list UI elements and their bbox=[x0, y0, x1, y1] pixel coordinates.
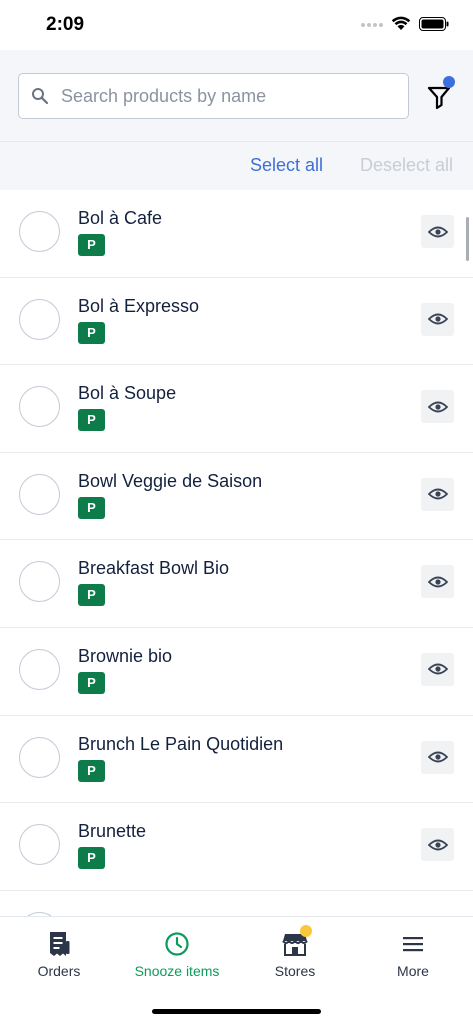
product-name: Brunette bbox=[78, 821, 147, 842]
eye-icon bbox=[427, 313, 448, 325]
eye-icon bbox=[427, 751, 448, 763]
tab-more[interactable]: More bbox=[354, 931, 472, 979]
product-badge: P bbox=[78, 496, 105, 519]
eye-icon bbox=[427, 839, 448, 851]
list-item[interactable]: Breakfast Bowl Bio P bbox=[0, 540, 473, 628]
eye-icon bbox=[427, 226, 448, 237]
product-name: Breakfast Bowl Bio bbox=[78, 558, 230, 579]
product-list[interactable]: Bol à Cafe P Bol à Expresso P Bol à Soup… bbox=[0, 190, 473, 916]
select-all-button[interactable]: Select all bbox=[250, 155, 323, 176]
status-time: 2:09 bbox=[46, 14, 85, 35]
list-item-partial[interactable] bbox=[0, 891, 473, 916]
eye-icon bbox=[427, 401, 448, 413]
product-name: Bol à Expresso bbox=[78, 295, 200, 316]
visibility-button[interactable] bbox=[421, 477, 454, 511]
list-item[interactable]: Bowl Veggie de Saison P bbox=[0, 453, 473, 541]
product-name: Bowl Veggie de Saison bbox=[78, 470, 263, 491]
select-radio[interactable] bbox=[19, 561, 60, 603]
selection-bar: Select all Deselect all bbox=[0, 142, 473, 190]
select-radio[interactable] bbox=[19, 648, 60, 690]
stores-notification-dot bbox=[300, 925, 312, 937]
visibility-button[interactable] bbox=[421, 828, 454, 862]
battery-icon bbox=[419, 16, 449, 31]
eye-icon bbox=[427, 664, 448, 675]
tab-orders[interactable]: Orders bbox=[0, 931, 118, 979]
home-indicator bbox=[152, 1009, 321, 1014]
product-name: Bol à Cafe bbox=[78, 208, 163, 228]
filter-button[interactable] bbox=[423, 76, 457, 114]
search-icon bbox=[32, 88, 49, 105]
list-item[interactable]: Bol à Soupe P bbox=[0, 365, 473, 453]
product-name: Brunch Le Pain Quotidien bbox=[78, 733, 284, 754]
product-badge: P bbox=[78, 759, 105, 782]
eye-icon bbox=[427, 488, 448, 500]
tab-label: Stores bbox=[274, 963, 316, 979]
deselect-all-button: Deselect all bbox=[359, 155, 453, 175]
product-badge: P bbox=[78, 321, 105, 344]
list-item[interactable]: Bol à Expresso P bbox=[0, 278, 473, 366]
orders-icon bbox=[50, 932, 70, 956]
tab-label: Orders bbox=[37, 963, 81, 979]
scrollbar[interactable] bbox=[466, 217, 469, 261]
product-badge: P bbox=[78, 584, 105, 607]
search-input[interactable] bbox=[61, 85, 381, 107]
product-badge: P bbox=[78, 234, 105, 256]
signal-icon bbox=[361, 22, 383, 27]
select-radio[interactable] bbox=[19, 736, 60, 778]
visibility-button[interactable] bbox=[421, 302, 454, 336]
tab-label: More bbox=[397, 963, 429, 979]
list-item[interactable]: Brownie bio P bbox=[0, 628, 473, 716]
list-item[interactable]: Brunette P bbox=[0, 803, 473, 891]
tab-bar: Orders Snooze items Stores More bbox=[0, 916, 473, 1024]
tab-label: Snooze items bbox=[134, 963, 220, 979]
list-item[interactable]: Bol à Cafe P bbox=[0, 190, 473, 278]
product-name: Bol à Soupe bbox=[78, 383, 177, 404]
select-radio[interactable] bbox=[19, 298, 60, 340]
tab-stores[interactable]: Stores bbox=[236, 925, 354, 979]
clock-icon bbox=[165, 932, 189, 956]
eye-icon bbox=[427, 576, 448, 588]
tab-snooze-items[interactable]: Snooze items bbox=[118, 931, 236, 979]
visibility-button[interactable] bbox=[421, 740, 454, 774]
visibility-button[interactable] bbox=[421, 652, 454, 686]
wifi-icon bbox=[391, 16, 411, 30]
visibility-button[interactable] bbox=[421, 565, 454, 599]
product-name: Brownie bio bbox=[78, 645, 173, 666]
product-badge: P bbox=[78, 847, 105, 870]
filter-active-dot bbox=[443, 76, 455, 88]
menu-icon bbox=[403, 937, 423, 952]
search-box[interactable] bbox=[18, 73, 409, 119]
product-badge: P bbox=[78, 409, 105, 432]
visibility-button[interactable] bbox=[421, 390, 454, 424]
select-radio[interactable] bbox=[19, 473, 60, 515]
status-bar: 2:09 bbox=[0, 0, 473, 50]
list-item[interactable]: Brunch Le Pain Quotidien P bbox=[0, 716, 473, 804]
product-badge: P bbox=[78, 671, 105, 694]
select-radio[interactable] bbox=[19, 211, 60, 252]
select-radio[interactable] bbox=[19, 824, 60, 866]
select-radio[interactable] bbox=[19, 386, 60, 428]
status-icons bbox=[361, 16, 449, 31]
visibility-button[interactable] bbox=[421, 215, 454, 248]
search-header bbox=[0, 50, 473, 142]
